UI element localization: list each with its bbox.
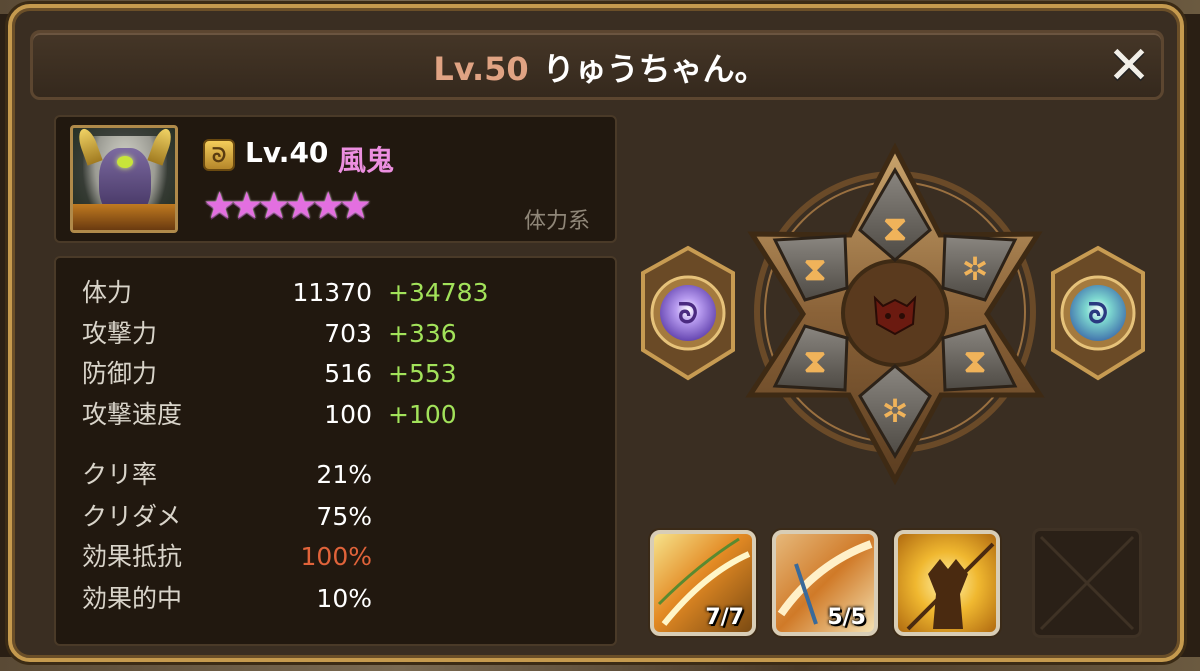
monster-level: Lv.40 (245, 136, 329, 169)
skill-slot-1[interactable]: 7/7 (650, 530, 756, 636)
hourglass-rune-icon: ⧗ (964, 342, 986, 380)
stat-label: 体力 (82, 278, 133, 307)
stat-value: 703 (324, 319, 372, 348)
monster-name: 風鬼 (338, 144, 395, 177)
stat-bonus: +553 (388, 359, 457, 388)
empty-skill-slot (1032, 528, 1142, 638)
stat-bonus: +34783 (388, 278, 489, 307)
stat-label: クリ率 (82, 460, 158, 489)
player-name: りゅうちゃん。 (542, 50, 767, 88)
purple-swirl-artifact-icon[interactable]: ᘐ (641, 245, 735, 381)
dialog-title: Lv.50 りゅうちゃん。 (0, 44, 1200, 90)
svg-text:ᘐ: ᘐ (678, 297, 698, 330)
stat-label: 効果的中 (82, 584, 183, 613)
hourglass-rune-icon: ⧗ (883, 209, 907, 249)
skill-count: 7/7 (705, 605, 744, 630)
teal-swirl-artifact-icon[interactable]: ᘐ (1051, 245, 1145, 381)
hourglass-rune-icon: ⧗ (804, 250, 826, 288)
stat-label: クリダメ (82, 502, 182, 531)
star-rating: ★★★★★★ (203, 184, 372, 227)
stat-label: 防御力 (82, 359, 158, 388)
stat-label: 効果抵抗 (82, 542, 183, 571)
stat-value: 10% (316, 584, 372, 613)
stat-value: 100% (300, 542, 372, 571)
wind-swirl-icon: ᘐ (203, 139, 235, 171)
skill-slot-2[interactable]: 5/5 (772, 530, 878, 636)
stat-value: 11370 (292, 278, 372, 307)
skill-count: 5/5 (827, 605, 866, 630)
monster-type: 体力系 (524, 209, 591, 234)
star-rune-icon: ✲ (882, 392, 909, 430)
stat-bonus: +336 (388, 319, 457, 348)
close-button[interactable]: ✕ (1103, 40, 1155, 92)
stat-value: 75% (316, 502, 372, 531)
player-level: Lv.50 (433, 50, 529, 88)
stat-label: 攻撃力 (82, 319, 158, 348)
stat-value: 516 (324, 359, 372, 388)
spear-warrior-skill-icon (906, 542, 995, 631)
stat-value: 21% (316, 460, 372, 489)
stat-bonus: +100 (388, 400, 457, 429)
skill-slot-3[interactable] (894, 530, 1000, 636)
close-x-icon: ✕ (1107, 36, 1151, 96)
rune-board: ⧗ ✲ ⧗ ✲ ⧗ ⧗ ᘐ ᘐ (625, 110, 1185, 520)
star-rune-icon: ✲ (962, 250, 989, 288)
stat-label: 攻撃速度 (82, 400, 183, 429)
empty-slot-cross-icon (1039, 535, 1135, 631)
svg-text:ᘐ: ᘐ (1088, 297, 1108, 330)
stat-value: 100 (324, 400, 372, 429)
hourglass-rune-icon: ⧗ (804, 342, 826, 380)
rune-board-graphic: ⧗ ✲ ⧗ ✲ ⧗ ⧗ ᘐ ᘐ (641, 142, 1145, 486)
monster-portrait[interactable] (70, 125, 178, 233)
